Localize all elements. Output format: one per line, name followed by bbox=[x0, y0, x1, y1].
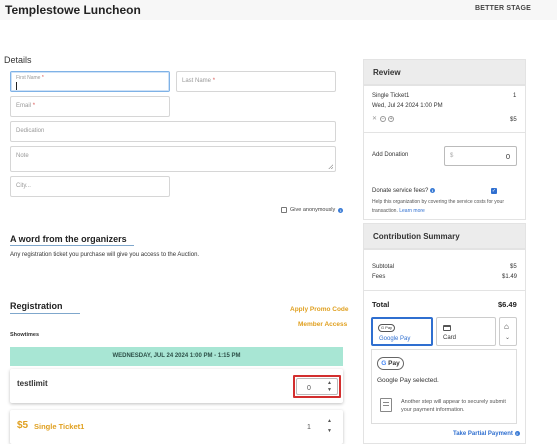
last-name-field[interactable]: Last Name * bbox=[176, 71, 336, 92]
chevron-down-icon: ⌄ bbox=[505, 335, 511, 341]
bank-option[interactable]: ⌂ ⌄ bbox=[499, 317, 517, 346]
subtotal-value: $5 bbox=[510, 264, 517, 270]
showtime-date-band[interactable]: WEDNESDAY, JUL 24 2024 1:00 PM - 1:15 PM bbox=[10, 347, 343, 366]
info-icon[interactable]: i bbox=[514, 431, 520, 436]
note-textarea[interactable]: Note bbox=[10, 146, 336, 172]
organizers-text: Any registration ticket you purchase wil… bbox=[10, 252, 200, 258]
organizers-heading: A word from the organizers bbox=[10, 234, 127, 244]
remove-icon[interactable]: ✕ bbox=[372, 116, 377, 122]
heading-underline bbox=[10, 245, 134, 246]
review-item-date: Wed, Jul 24 2024 1:00 PM bbox=[372, 103, 443, 109]
ticket-name: Single Ticket1 bbox=[34, 422, 85, 431]
total-value: $6.49 bbox=[498, 300, 517, 309]
donate-fees-checkbox[interactable]: ✓ bbox=[491, 188, 497, 194]
donate-fees-label: Donate service fees? i bbox=[372, 188, 436, 194]
info-icon[interactable]: i bbox=[338, 207, 344, 213]
donate-fees-help: Help this organization by covering the s… bbox=[372, 199, 505, 214]
quantity-stepper[interactable]: 1 ▲ ▼ bbox=[296, 416, 338, 436]
review-item-qty: 1 bbox=[513, 93, 517, 99]
showtimes-label: Showtimes bbox=[10, 332, 40, 338]
anonymous-label: Give anonymously bbox=[290, 207, 336, 213]
quantity-value: 0 bbox=[307, 385, 311, 392]
decrement-icon[interactable]: ▼ bbox=[327, 387, 332, 393]
brand-logo[interactable]: BETTER STAGE bbox=[475, 5, 531, 12]
quantity-value: 1 bbox=[307, 424, 311, 431]
ticket-price: $5 bbox=[17, 420, 29, 431]
gpay-selected-text: Google Pay selected. bbox=[377, 377, 439, 384]
member-access-link[interactable]: Member Access bbox=[298, 321, 347, 328]
ticket-card: $5 Single Ticket1 bbox=[10, 410, 343, 444]
ticket-name: testlimit bbox=[17, 379, 48, 388]
email-field[interactable]: Email * bbox=[10, 96, 170, 117]
summary-header: Contribution Summary bbox=[363, 223, 526, 249]
decrement-icon[interactable]: ▼ bbox=[327, 428, 332, 434]
review-item-controls: ✕ − + bbox=[372, 115, 396, 122]
gpay-icon: G Pay bbox=[378, 324, 395, 332]
google-pay-option[interactable]: G Pay Google Pay bbox=[371, 317, 433, 346]
total-label: Total bbox=[372, 300, 390, 309]
google-pay-badge: G Pay bbox=[377, 357, 404, 370]
dedication-field[interactable]: Dedication bbox=[10, 121, 336, 142]
review-header: Review bbox=[363, 59, 526, 85]
quantity-stepper[interactable]: 0 ▲ ▼ bbox=[296, 378, 338, 395]
anonymous-checkbox[interactable] bbox=[281, 207, 287, 213]
card-icon bbox=[443, 325, 451, 331]
text-caret bbox=[16, 82, 17, 90]
heading-underline bbox=[10, 313, 80, 314]
learn-more-link[interactable]: Learn more bbox=[399, 208, 425, 214]
details-heading: Details bbox=[4, 55, 32, 65]
partial-payment-link[interactable]: Take Partial Payment i bbox=[453, 431, 520, 437]
plus-icon[interactable]: + bbox=[388, 116, 395, 122]
divider bbox=[363, 290, 526, 291]
payment-info-text: Another step will appear to securely sub… bbox=[401, 399, 506, 413]
info-icon[interactable]: i bbox=[430, 188, 436, 193]
fees-label: Fees bbox=[372, 274, 386, 280]
card-option[interactable]: Card bbox=[436, 317, 496, 346]
increment-icon[interactable]: ▲ bbox=[327, 418, 332, 424]
city-field[interactable]: City... bbox=[10, 176, 170, 197]
event-title: Templestowe Luncheon bbox=[5, 3, 141, 17]
redirect-icon bbox=[380, 398, 392, 412]
anonymous-option[interactable]: Give anonymously i bbox=[281, 207, 344, 213]
increment-icon[interactable]: ▲ bbox=[327, 380, 332, 386]
subtotal-label: Subtotal bbox=[372, 264, 395, 270]
divider bbox=[363, 132, 526, 133]
add-donation-label: Add Donation bbox=[372, 152, 409, 158]
apply-promo-link[interactable]: Apply Promo Code bbox=[290, 306, 349, 313]
review-item-price: $5 bbox=[510, 117, 517, 123]
registration-heading: Registration bbox=[10, 301, 63, 311]
bank-icon: ⌂ bbox=[504, 322, 509, 331]
fees-value: $1.49 bbox=[502, 274, 518, 280]
donation-input[interactable]: $ 0 bbox=[444, 146, 517, 166]
first-name-field[interactable]: First Name * bbox=[10, 71, 170, 92]
resize-handle[interactable] bbox=[328, 164, 333, 169]
review-item-name: Single Ticket1 bbox=[372, 93, 410, 99]
minus-icon[interactable]: − bbox=[380, 116, 387, 122]
